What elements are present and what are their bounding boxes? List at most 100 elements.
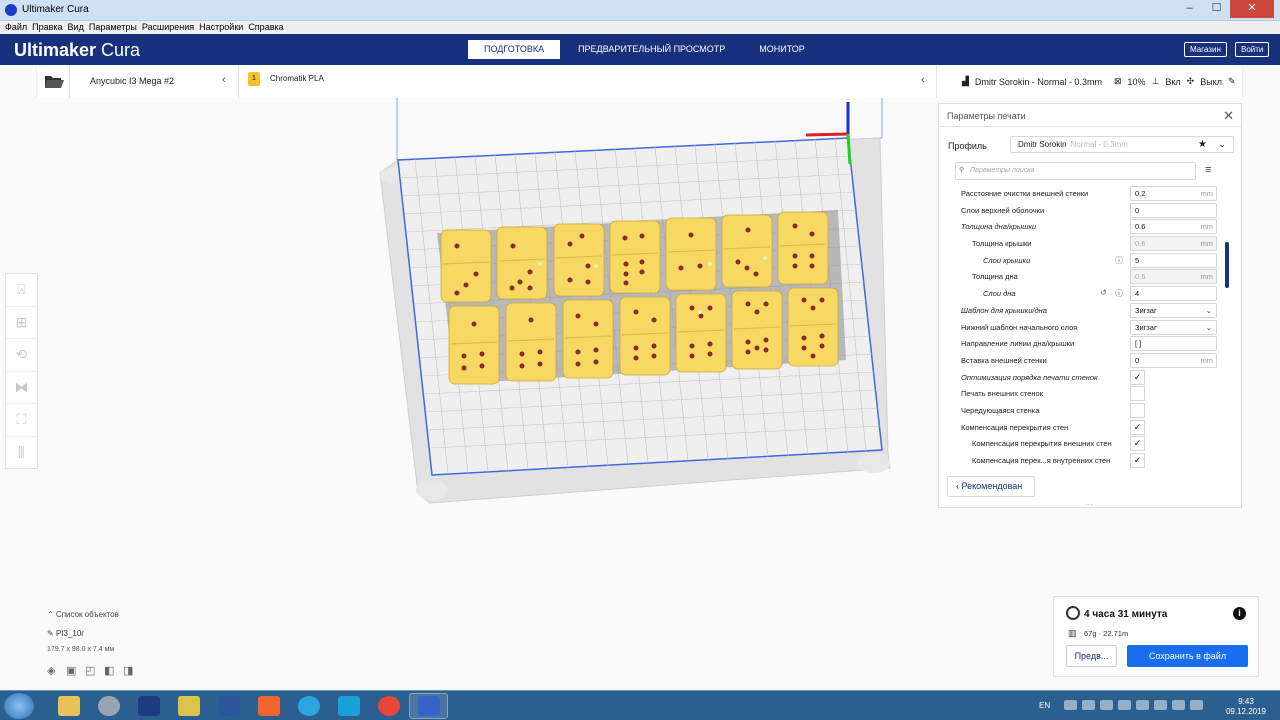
system-clock[interactable]: 9:43 09.12.2019	[1224, 697, 1268, 717]
star-icon[interactable]: ★	[1198, 137, 1207, 152]
telegram-icon[interactable]	[289, 693, 328, 719]
info-icon[interactable]: ⓘ	[1115, 255, 1123, 266]
chevron-up-icon: ⌃	[47, 610, 56, 619]
3d-view-icon[interactable]: ◈	[47, 664, 66, 677]
maximize-button[interactable]: ☐	[1203, 0, 1230, 18]
setting-label: Вставка внешней стенки	[961, 355, 1047, 365]
recommended-mode-button[interactable]: ‹ Рекомендован	[947, 476, 1035, 497]
brave-icon[interactable]	[249, 693, 288, 719]
close-window-button[interactable]: ✕	[1230, 0, 1274, 18]
reset-icon[interactable]: ↺	[1100, 288, 1107, 297]
minimize-button[interactable]: –	[1176, 0, 1203, 18]
stage-bar: Anycubic I3 Mega #2 ‹ 1 Chromatik PLA ‹ …	[37, 65, 1242, 98]
material-selector[interactable]: Chromatik PLA	[270, 74, 324, 83]
object-list-toggle[interactable]: ⌃ Список объектов	[47, 610, 119, 619]
open-file-button[interactable]	[37, 65, 70, 98]
menu-extensions[interactable]: Расширения	[142, 21, 194, 34]
settings-scrollbar[interactable]	[1225, 242, 1229, 288]
setting-checkbox[interactable]	[1130, 402, 1145, 418]
tray-icon[interactable]	[1082, 700, 1095, 710]
plate-clip	[858, 453, 890, 473]
scale-tool-icon[interactable]: ⊞	[6, 307, 37, 339]
top-view-icon[interactable]: ◰	[85, 664, 104, 677]
setting-checkbox[interactable]: ✓	[1130, 419, 1145, 435]
chevron-left-icon[interactable]: ‹	[222, 74, 226, 86]
setting-unit: mm	[1200, 239, 1214, 249]
tray-icon[interactable]	[1100, 700, 1113, 710]
tray-icon[interactable]	[1154, 700, 1167, 710]
front-view-icon[interactable]: ▣	[66, 664, 85, 677]
setting-label: Толщина дна	[972, 272, 1018, 282]
chevron-left-icon[interactable]: ‹	[921, 74, 925, 86]
folder-app-icon[interactable]	[169, 693, 208, 719]
info-icon[interactable]: i	[1233, 607, 1246, 620]
menu-icon[interactable]: ≡	[1205, 164, 1211, 176]
tray-icon[interactable]	[1136, 700, 1149, 710]
tray-icon[interactable]	[1190, 700, 1203, 710]
close-icon[interactable]: ✕	[1223, 108, 1234, 124]
left-view-icon[interactable]: ◧	[104, 664, 123, 677]
setting-input[interactable]: 5	[1130, 252, 1217, 268]
menu-view[interactable]: Вид	[68, 21, 84, 34]
move-tool-icon[interactable]: ⍓	[6, 274, 37, 307]
setting-checkbox[interactable]: ✓	[1130, 453, 1145, 468]
rotate-tool-icon[interactable]: ⟲	[6, 339, 37, 372]
per-model-settings-icon[interactable]: ⛶	[6, 404, 37, 437]
setting-input[interactable]: 0 mm	[1130, 352, 1217, 368]
right-view-icon[interactable]: ◨	[123, 664, 142, 677]
mirror-tool-icon[interactable]: ⧓	[6, 372, 37, 404]
tray-icon[interactable]	[1118, 700, 1131, 710]
chevron-down-icon[interactable]: ⌄	[1218, 137, 1226, 152]
setting-input[interactable]: 4	[1130, 286, 1217, 302]
setting-select[interactable]: Зигзаг ⌄	[1130, 302, 1217, 318]
setting-input[interactable]: 0.2 mm	[1130, 186, 1217, 201]
tab-prepare[interactable]: ПОДГОТОВКА	[468, 40, 561, 59]
setting-input[interactable]: [ ]	[1130, 336, 1217, 352]
setting-select[interactable]: Зигзаг ⌄	[1130, 319, 1217, 335]
setting-checkbox[interactable]: ✓	[1130, 369, 1145, 385]
preview-button[interactable]: Предв...	[1066, 645, 1117, 667]
menu-settings[interactable]: Параметры	[89, 21, 137, 34]
setting-value: 0.6	[1135, 239, 1146, 249]
menu-preferences[interactable]: Настройки	[199, 21, 243, 34]
login-button[interactable]: Войти	[1235, 42, 1270, 57]
resize-handle[interactable]: ···	[1085, 500, 1093, 509]
setting-checkbox[interactable]: ✓	[1130, 436, 1145, 452]
setting-row: Шаблон для крышки/дна Зигзаг ⌄	[939, 302, 1229, 320]
profile-select[interactable]: Dmitr Sorokin Normal - 0.3mm ★ ⌄	[1010, 136, 1234, 153]
support-blocker-icon[interactable]: ⫼	[6, 437, 37, 470]
setting-checkbox[interactable]	[1130, 386, 1145, 402]
ccleaner-icon[interactable]	[329, 693, 368, 719]
start-button[interactable]	[4, 693, 34, 719]
language-indicator[interactable]: EN	[1039, 701, 1050, 710]
settings-search-input[interactable]: ⚲ Параметры поиска	[955, 162, 1196, 180]
info-icon[interactable]: ⓘ	[1115, 288, 1123, 299]
chevron-down-icon: ⌄	[1205, 305, 1212, 315]
setting-input[interactable]: 0	[1130, 202, 1217, 218]
explorer-icon[interactable]	[49, 693, 88, 719]
chrome-icon[interactable]	[369, 693, 408, 719]
tab-preview[interactable]: ПРЕДВАРИТЕЛЬНЫЙ ПРОСМОТР	[562, 40, 741, 59]
material-estimate: 67g · 22.71m	[1084, 629, 1129, 638]
cura-taskbar-icon[interactable]	[409, 693, 448, 719]
title-bar: Ultimaker Cura – ☐ ✕	[0, 0, 1280, 21]
print-setup-summary[interactable]: ▟ Dmitr Sorokin - Normal - 0.3mm ⊠ 10% ⊥…	[962, 76, 1242, 87]
printer-selector[interactable]: Anycubic I3 Mega #2	[90, 76, 174, 86]
menu-help[interactable]: Справка	[248, 21, 283, 34]
divider	[936, 65, 937, 98]
floppy-icon[interactable]	[129, 693, 168, 719]
menu-edit[interactable]: Правка	[32, 21, 62, 34]
menu-bar: Файл Правка Вид Параметры Расширения Нас…	[0, 21, 1280, 34]
clock-icon	[1066, 606, 1080, 620]
word-icon[interactable]	[209, 693, 248, 719]
tray-icon[interactable]	[1064, 700, 1077, 710]
tab-monitor[interactable]: МОНИТОР	[743, 40, 821, 59]
setting-input[interactable]: 0.6 mm	[1130, 219, 1217, 235]
menu-file[interactable]: Файл	[5, 21, 27, 34]
save-to-file-button[interactable]: Сохранить в файл	[1127, 645, 1248, 667]
marketplace-button[interactable]: Магазин	[1184, 42, 1227, 57]
search-app-icon[interactable]	[89, 693, 128, 719]
object-name[interactable]: ✎ PI3_10г	[47, 629, 84, 638]
tray-icon[interactable]	[1172, 700, 1185, 710]
setting-row: Расстояние очистки внешней стенки 0.2 mm	[939, 186, 1229, 203]
